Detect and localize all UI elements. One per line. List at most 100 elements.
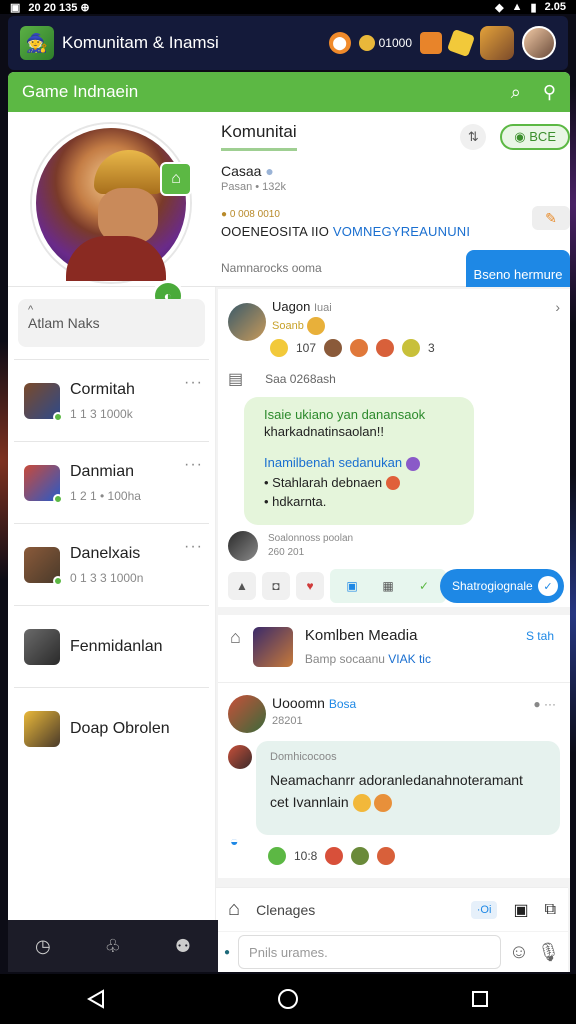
search-icon[interactable]: ⌕ — [511, 82, 521, 103]
sidebar-item-name: Doap Obrolen — [70, 719, 170, 737]
reply-icon[interactable]: ◒ — [230, 833, 238, 849]
character-emoji-icon[interactable] — [351, 847, 370, 865]
section-bar: Game Indnaein ⌕ ⚲ — [8, 72, 570, 112]
chevron-right-icon[interactable]: › — [555, 299, 560, 315]
smile-emoji-icon[interactable] — [270, 339, 288, 357]
community-title: Komunitai — [221, 122, 297, 151]
game-avatar[interactable] — [480, 26, 514, 60]
home-icon[interactable]: ⌂ — [228, 898, 240, 921]
headline-part-a: OOENEOSITA IIO — [221, 224, 330, 239]
character-emoji-icon[interactable] — [324, 339, 343, 357]
like-icon[interactable]: ▲ — [228, 572, 256, 600]
status-time: 2.05 — [544, 1, 566, 13]
bubble-line-4: • Stahlarah debnaen — [264, 475, 454, 491]
chat-bubble-meta: Domhicocoos — [270, 751, 337, 763]
thumbs-icon[interactable]: ⇅ — [460, 124, 487, 150]
sidebar-item-sub: 1 1 3 1000k — [70, 406, 133, 421]
coin-counter[interactable]: 01000 — [358, 35, 412, 51]
sidebar-item-name: Danelxais — [70, 544, 141, 562]
sparkle-emoji-icon — [405, 456, 420, 471]
reaction-tail: 3 — [428, 341, 435, 355]
community-icon[interactable]: ♧ — [105, 936, 121, 957]
sidebar: ^ Atlam Naks Cormitah 1 1 3 1000k ··· Da… — [8, 287, 216, 972]
message-placeholder: Pnils urames. — [249, 944, 328, 960]
more-icon[interactable]: ··· — [184, 456, 203, 474]
emoji-icon — [306, 317, 325, 335]
back-icon[interactable] — [76, 979, 116, 1019]
neutral-emoji-icon[interactable] — [402, 339, 421, 357]
sidebar-item-name: Fenmidanlan — [70, 637, 163, 655]
sidebar-item[interactable]: Fenmidanlan — [14, 605, 209, 687]
profile-headline: OOENEOSITA IIO VOMNEGYREAUNUNI — [221, 224, 570, 239]
save-icon[interactable]: ▣ — [513, 900, 528, 920]
chat-bubble: Domhicocoos Neamachanrr adoranledanahnot… — [256, 741, 560, 835]
action-pill-button[interactable]: Shatrogiognale ✓ — [440, 569, 564, 603]
sidebar-item[interactable]: Cormitah 1 1 3 1000k ··· — [14, 359, 209, 441]
content-area: ^ Atlam Naks Cormitah 1 1 3 1000k ··· Da… — [8, 287, 570, 972]
media-card[interactable]: ⌂ Komlben Meadia Bamp socaanu VIAK tic S… — [218, 615, 570, 683]
sidebar-item-name: Cormitah — [70, 380, 135, 398]
notification-icon: ▣ — [10, 1, 21, 14]
post-author-avatar[interactable] — [228, 303, 266, 341]
verified-icon: ● — [265, 163, 274, 179]
rank-badge-icon[interactable]: ⌂ — [160, 162, 192, 196]
sidebar-item[interactable]: Danmian 1 2 1 • 100ha ··· — [14, 441, 209, 523]
sidebar-item[interactable]: Danelxais 0 1 3 3 1000n ··· — [14, 523, 209, 605]
thumbs-emoji-icon[interactable] — [268, 847, 286, 865]
chest-icon[interactable] — [420, 32, 442, 54]
angry-emoji-icon[interactable] — [325, 847, 344, 865]
profile-name-text: Casaa — [221, 163, 262, 179]
fire-emoji-icon[interactable] — [377, 847, 396, 865]
reaction-row: 107 3 — [270, 339, 435, 357]
microphone-icon[interactable]: 🎙 — [537, 942, 560, 963]
commenter-meta: 260 201 — [268, 547, 305, 558]
home-icon[interactable]: ⌂ — [230, 627, 241, 648]
post-bubble: Isaie ukiano yan danansaok kharkadnatins… — [244, 397, 474, 525]
heart-icon[interactable]: ♥ — [296, 572, 324, 600]
sidebar-item[interactable]: Doap Obrolen — [14, 687, 209, 769]
laugh-emoji-icon[interactable] — [350, 339, 369, 357]
image-icon[interactable]: ▦ — [374, 572, 402, 600]
emoji-picker-icon[interactable]: ☺ — [509, 941, 529, 964]
message-input[interactable]: Pnils urames. — [238, 935, 501, 969]
grin-emoji-icon[interactable] — [376, 339, 395, 357]
battery-icon: ▮ — [530, 1, 537, 14]
commenter-avatar[interactable] — [228, 531, 258, 561]
composer-label: Clenages — [256, 901, 316, 918]
profile-icon[interactable]: ⚉ — [175, 936, 191, 957]
app-title: Komunitam & Inamsi — [62, 33, 219, 52]
home-nav-icon[interactable] — [268, 979, 308, 1019]
join-button[interactable]: ◉ BCE — [500, 124, 570, 150]
flag-icon[interactable]: ▣ — [338, 572, 366, 600]
chat-author-avatar[interactable] — [228, 695, 266, 733]
location-icon[interactable]: ⚲ — [543, 82, 556, 103]
more-icon[interactable]: ··· — [184, 374, 203, 392]
composer-badge[interactable]: ·Oi — [470, 900, 498, 919]
ticket-icon[interactable] — [446, 28, 476, 58]
camera-icon[interactable]: ◘ — [262, 572, 290, 600]
filter-dropdown[interactable]: ^ Atlam Naks — [18, 299, 205, 347]
shield-icon[interactable]: ⬤ — [328, 32, 351, 54]
bottom-tab-bar: ◷ ♧ ⚉ — [8, 920, 218, 972]
more-icon[interactable]: ··· — [184, 538, 203, 556]
recents-icon[interactable] — [460, 979, 500, 1019]
user-avatar[interactable] — [522, 26, 556, 60]
status-bar: ▣ 20 20 135 ⊕ ◆ ▲ ▮ 2.05 — [0, 0, 576, 14]
grin-emoji-icon — [352, 794, 371, 813]
wifi-icon: ◆ — [495, 1, 504, 14]
app-logo[interactable]: 🧙 — [20, 26, 54, 60]
chat-more-icon[interactable]: ● ··· — [533, 697, 556, 711]
caret-up-icon: ^ — [28, 304, 34, 316]
community-thumb — [24, 546, 63, 586]
chat-reply-avatar[interactable] — [228, 745, 252, 769]
community-thumb — [24, 382, 63, 422]
code-icon[interactable]: ⧉ — [545, 901, 556, 919]
app-header: 🧙 Komunitam & Inamsi ⬤ 01000 — [8, 16, 568, 70]
clock-icon[interactable]: ◷ — [35, 936, 51, 957]
profile-avatar[interactable] — [32, 124, 190, 282]
chat-message: Neamachanrr adoranledanahnoteramant cet … — [270, 769, 546, 813]
profile-meta: Pasan • 132k — [221, 181, 287, 193]
check-circle-icon[interactable]: ✓ — [410, 572, 438, 600]
media-tag[interactable]: S tah — [526, 629, 554, 643]
edit-icon[interactable]: ✎ — [532, 206, 570, 230]
